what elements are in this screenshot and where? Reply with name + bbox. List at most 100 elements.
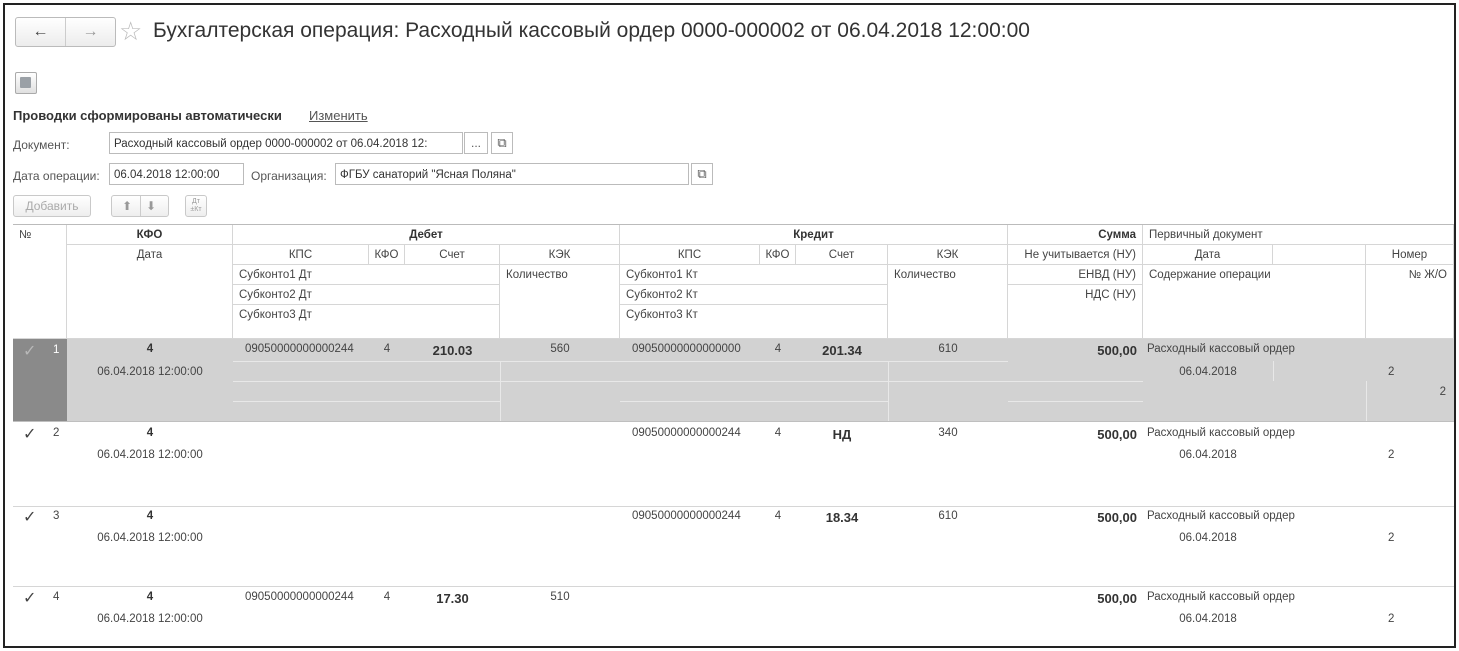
row-doc-num: 2 — [1388, 366, 1395, 378]
divider — [140, 196, 141, 216]
col-sum: Сумма — [1008, 225, 1143, 245]
op-date-field[interactable]: 06.04.2018 12:00:00 — [109, 163, 244, 185]
sub-divider — [620, 401, 888, 402]
forward-arrow-icon[interactable]: → — [65, 18, 115, 46]
col-dt-kfo: КФО — [369, 245, 405, 265]
sub-divider — [1008, 381, 1143, 382]
sub-divider — [233, 361, 620, 362]
row-divider — [13, 506, 1454, 507]
col-dt-account: Счет — [405, 245, 500, 265]
col-p-number: Номер — [1366, 245, 1454, 265]
row-sum: 500,00 — [1097, 343, 1137, 358]
row-doc-date: 06.04.2018 — [1179, 613, 1237, 625]
row-number: 4 — [53, 591, 60, 603]
check-icon[interactable]: ✓ — [23, 507, 36, 527]
row-kt-kfo: 4 — [774, 343, 782, 355]
move-buttons: ⬆ ⬇ — [111, 195, 169, 217]
col-dt-kek: КЭК — [500, 245, 620, 265]
row-kfo: 4 — [146, 427, 154, 439]
row-number: 2 — [53, 427, 60, 439]
row-kfo: 4 — [146, 343, 154, 355]
col-sub1-kt: Субконто1 Кт — [620, 265, 888, 285]
col-envd: ЕНВД (НУ) — [1008, 265, 1143, 285]
col-date: Дата — [67, 245, 233, 339]
row-kt-kfo: 4 — [774, 510, 782, 522]
row-kt-account: НД — [832, 427, 852, 442]
document-select-button[interactable]: ... — [464, 132, 488, 154]
row-kt-kek: 610 — [938, 343, 958, 355]
row-kfo: 4 — [146, 510, 154, 522]
change-link[interactable]: Изменить — [309, 108, 368, 123]
row-doc: Расходный кассовый ордер — [1147, 427, 1295, 439]
document-field[interactable]: Расходный кассовый ордер 0000-000002 от … — [109, 132, 463, 154]
col-sub1-dt: Субконто1 Дт — [233, 265, 500, 285]
row-kt-kps: 09050000000000244 — [632, 510, 741, 522]
col-kt-kfo: КФО — [760, 245, 796, 265]
col-sub2-kt: Субконто2 Кт — [620, 285, 888, 305]
row-kt-kps: 09050000000000000 — [632, 343, 741, 355]
organization-label: Организация: — [251, 169, 327, 183]
row-sum: 500,00 — [1097, 427, 1137, 442]
col-primary-doc: Первичный документ — [1143, 225, 1454, 245]
accounting-operation-window: ← → ☆ Бухгалтерская операция: Расходный … — [3, 3, 1456, 648]
organization-field[interactable]: ФГБУ санаторий "Ясная Поляна" — [335, 163, 689, 185]
col-p-date: Дата — [1143, 245, 1273, 265]
col-nu: Не учитывается (НУ) — [1008, 245, 1143, 265]
row-kt-account: 18.34 — [825, 510, 859, 525]
sub-divider — [620, 361, 1008, 362]
sub-divider — [233, 401, 500, 402]
row-dt-kps: 09050000000000244 — [245, 343, 354, 355]
row-dt-kek: 510 — [550, 591, 570, 603]
back-arrow-icon[interactable]: ← — [16, 18, 65, 46]
col-kt-qty: Количество — [888, 265, 1008, 339]
save-icon[interactable] — [15, 72, 37, 94]
row-number: 3 — [53, 510, 60, 522]
check-icon[interactable]: ✓ — [23, 588, 36, 608]
page-title: Бухгалтерская операция: Расходный кассов… — [153, 19, 1030, 42]
row-kfo: 4 — [146, 591, 154, 603]
open-document-icon[interactable]: ⧉ — [491, 132, 513, 154]
open-organization-icon[interactable]: ⧉ — [691, 163, 713, 185]
move-down-icon[interactable]: ⬇ — [146, 196, 156, 217]
sub-divider — [233, 381, 620, 382]
col-nds: НДС (НУ) — [1008, 285, 1143, 339]
row-dt-account: 17.30 — [436, 591, 469, 606]
col-dt-qty: Количество — [500, 265, 620, 339]
row-dt-kek: 560 — [550, 343, 570, 355]
row-kt-kek: 340 — [938, 427, 958, 439]
row-kt-kps: 09050000000000244 — [632, 427, 741, 439]
move-up-icon[interactable]: ⬆ — [122, 196, 132, 217]
sub-divider — [620, 381, 1008, 382]
check-icon[interactable]: ✓ — [23, 341, 36, 361]
dt-kt-swap-icon[interactable]: Дт ±Кт — [185, 195, 207, 217]
row-dt-account: 210.03 — [432, 343, 473, 358]
col-kt-kps: КПС — [620, 245, 760, 265]
col-sub2-dt: Субконто2 Дт — [233, 285, 500, 305]
col-debit: Дебет — [233, 225, 620, 245]
sub-divider — [500, 361, 501, 421]
sub-divider — [1273, 361, 1274, 381]
col-no: № — [13, 225, 67, 339]
row-date: 06.04.2018 12:00:00 — [97, 449, 203, 461]
row-dt-kps: 09050000000000244 — [245, 591, 354, 603]
add-button[interactable]: Добавить — [13, 195, 91, 217]
row-sum: 500,00 — [1097, 510, 1137, 525]
row-date: 06.04.2018 12:00:00 — [97, 613, 203, 625]
row-dt-kfo: 4 — [383, 343, 391, 355]
entries-table: № КФО Дебет Кредит Сумма Первичный докум… — [13, 224, 1454, 646]
col-journal: № Ж/О — [1366, 265, 1454, 339]
row-dt-kfo: 4 — [383, 591, 391, 603]
row-date: 06.04.2018 12:00:00 — [97, 532, 203, 544]
row-kt-kfo: 4 — [774, 427, 782, 439]
row-number: 1 — [53, 344, 60, 356]
favorite-star-icon[interactable]: ☆ — [119, 16, 142, 47]
col-kt-account: Счет — [796, 245, 888, 265]
col-dt-kps: КПС — [233, 245, 369, 265]
col-credit: Кредит — [620, 225, 1008, 245]
check-icon[interactable]: ✓ — [23, 424, 36, 444]
row-doc-date: 06.04.2018 — [1179, 532, 1237, 544]
row-journal: 2 — [1439, 386, 1446, 398]
row-date: 06.04.2018 12:00:00 — [97, 366, 203, 378]
row-divider — [13, 586, 1454, 587]
row-doc: Расходный кассовый ордер — [1147, 510, 1295, 522]
